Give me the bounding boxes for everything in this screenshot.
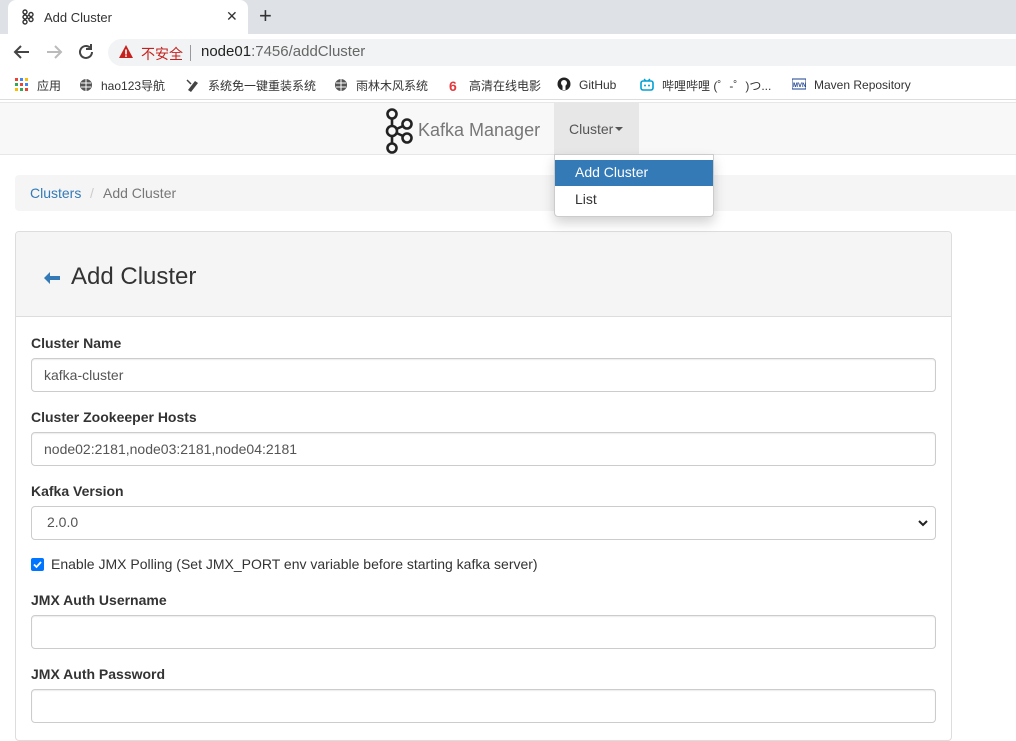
- app-navbar: Kafka Manager Cluster: [0, 102, 1016, 155]
- bookmarks-bar: 应用 hao123导航 系统免一键重装系统 雨林木风系统 6 高清在线电影 Git…: [0, 70, 1016, 100]
- forward-arrow-icon[interactable]: [43, 41, 65, 63]
- caret-down-icon: [615, 127, 624, 131]
- jmx-username-label: JMX Auth Username: [31, 592, 167, 608]
- tab-title: Add Cluster: [44, 10, 112, 25]
- cluster-name-input[interactable]: [31, 358, 936, 392]
- bookmark-label: 哔哩哔哩 (゜-゜)つ...: [662, 79, 772, 93]
- security-label[interactable]: 不安全: [141, 44, 183, 64]
- cluster-menu-toggle[interactable]: Cluster: [554, 103, 639, 155]
- github-icon: [557, 77, 571, 91]
- chevron-down-icon: [918, 520, 928, 527]
- zookeeper-hosts-input[interactable]: [31, 432, 936, 466]
- kafka-version-label: Kafka Version: [31, 483, 124, 499]
- bilibili-icon: [640, 78, 654, 91]
- globe-icon: [80, 79, 92, 91]
- add-cluster-panel: Add Cluster Cluster Name Cluster Zookeep…: [15, 231, 952, 741]
- kafka-version-value: 2.0.0: [47, 514, 79, 530]
- jmx-username-input[interactable]: [31, 615, 936, 649]
- close-icon[interactable]: ✕: [226, 8, 238, 24]
- browser-tabstrip: Add Cluster ✕ +: [0, 0, 1016, 34]
- jmx-polling-label[interactable]: Enable JMX Polling (Set JMX_PORT env var…: [51, 556, 538, 572]
- address-bar[interactable]: 不安全 node01:7456/addCluster: [108, 39, 1016, 66]
- zookeeper-hosts-label: Cluster Zookeeper Hosts: [31, 409, 197, 425]
- svg-text:MVN: MVN: [793, 83, 806, 89]
- breadcrumb-clusters-link[interactable]: Clusters: [30, 185, 81, 201]
- kafka-logo-icon: [385, 108, 413, 154]
- menu-item-add-cluster[interactable]: Add Cluster: [555, 160, 713, 186]
- cluster-menu-label: Cluster: [569, 121, 614, 137]
- back-arrow-icon[interactable]: [44, 272, 60, 284]
- url-path: :7456/addCluster: [251, 43, 366, 60]
- globe-icon: [335, 79, 347, 91]
- bookmark-github[interactable]: GitHub: [557, 77, 616, 95]
- bookmark-reinstall[interactable]: 系统免一键重装系统: [186, 77, 316, 95]
- bookmark-bilibili[interactable]: 哔哩哔哩 (゜-゜)つ...: [640, 77, 771, 95]
- bookmark-movies[interactable]: 6 高清在线电影: [447, 77, 541, 95]
- page-title: Add Cluster: [71, 263, 197, 290]
- breadcrumb-separator: /: [90, 185, 94, 201]
- bookmark-hao123[interactable]: hao123导航: [79, 77, 165, 95]
- tool-icon: [186, 79, 198, 92]
- bookmark-label: 应用: [37, 79, 62, 93]
- bookmark-label: hao123导航: [101, 79, 166, 93]
- address-divider: [190, 45, 191, 61]
- warning-icon: [119, 45, 133, 58]
- kafka-version-select[interactable]: 2.0.0: [31, 506, 936, 540]
- bookmark-label: 高清在线电影: [469, 79, 542, 93]
- reload-icon[interactable]: [75, 41, 97, 63]
- brand-name: Kafka Manager: [418, 120, 541, 140]
- bookmark-apps[interactable]: 应用: [15, 77, 61, 95]
- bookmark-label: GitHub: [579, 78, 617, 92]
- bookmark-label: 系统免一键重装系统: [208, 79, 317, 93]
- menu-item-list[interactable]: List: [555, 187, 713, 213]
- new-tab-icon[interactable]: +: [259, 5, 272, 27]
- cluster-name-label: Cluster Name: [31, 335, 122, 351]
- browser-toolbar: 不安全 node01:7456/addCluster: [0, 34, 1016, 70]
- breadcrumb-current: Add Cluster: [103, 185, 177, 201]
- url-text[interactable]: node01:7456/addCluster: [201, 43, 365, 60]
- bookmark-ylmf[interactable]: 雨林木风系统: [334, 77, 428, 95]
- url-host: node01: [201, 43, 252, 60]
- bookmark-maven[interactable]: MVN Maven Repository: [792, 77, 911, 95]
- six-icon: 6: [449, 78, 457, 92]
- jmx-password-input[interactable]: [31, 689, 936, 723]
- bookmark-label: Maven Repository: [814, 78, 911, 92]
- panel-header: Add Cluster: [16, 232, 951, 317]
- back-arrow-icon[interactable]: [11, 41, 33, 63]
- breadcrumb: Clusters / Add Cluster: [15, 175, 1016, 211]
- svg-text:6: 6: [449, 78, 457, 92]
- maven-icon: MVN: [792, 78, 806, 90]
- browser-tab[interactable]: Add Cluster ✕: [8, 0, 248, 34]
- kafka-favicon-icon: [22, 9, 34, 25]
- bookmark-label: 雨林木风系统: [356, 79, 429, 93]
- jmx-password-label: JMX Auth Password: [31, 666, 166, 682]
- jmx-polling-checkbox[interactable]: [31, 558, 44, 571]
- cluster-dropdown-menu: Add Cluster List: [554, 154, 714, 217]
- apps-grid-icon: [15, 78, 28, 91]
- checkmark-icon: [33, 561, 42, 569]
